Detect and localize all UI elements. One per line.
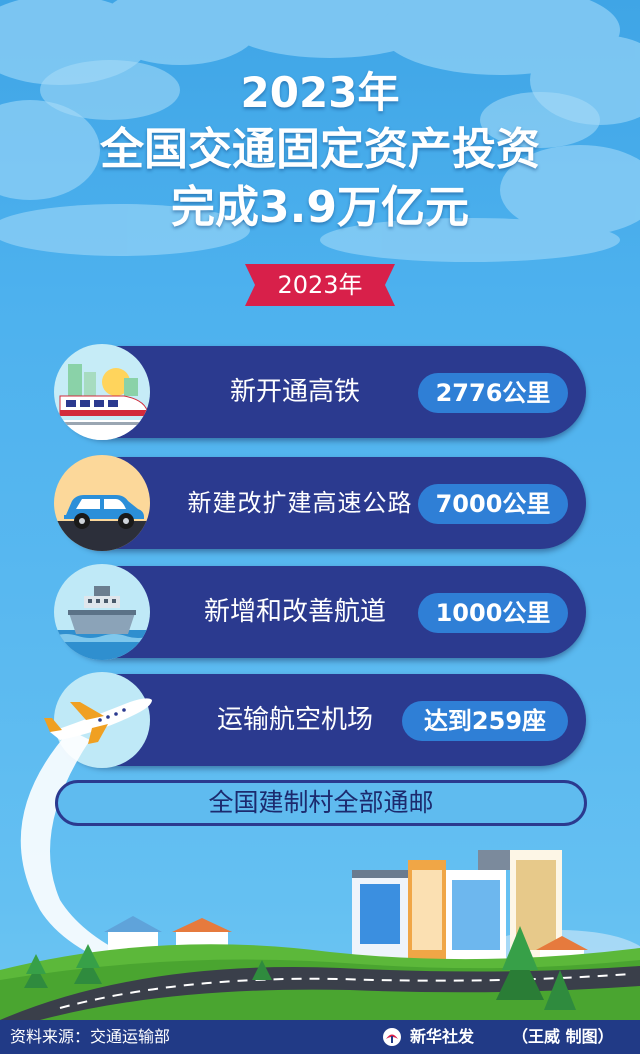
card-label: 新开通高铁 bbox=[229, 377, 360, 407]
title-year: 2023年 bbox=[240, 68, 400, 117]
high-speed-train-icon bbox=[54, 344, 150, 440]
stat-card-highway: 新建改扩建高速公路 7000公里 bbox=[54, 455, 586, 551]
infographic: 2023年 全国交通固定资产投资 完成3.9万亿元 2023年 新开通高铁 27… bbox=[0, 0, 640, 1054]
footer-bar: 资料来源：交通运输部 新华社发 （王威 制图） bbox=[0, 1020, 640, 1054]
stat-card-waterway: 新增和改善航道 1000公里 bbox=[54, 564, 586, 660]
title-main: 全国交通固定资产投资 bbox=[100, 124, 540, 175]
airplane-icon bbox=[44, 698, 152, 744]
source-note: 资料来源：交通运输部 bbox=[10, 1027, 171, 1046]
card-value: 达到259座 bbox=[402, 701, 568, 741]
year-ribbon: 2023年 bbox=[245, 264, 395, 306]
postal-note: 全国建制村全部通邮 bbox=[55, 780, 587, 826]
xinhua-logo-icon bbox=[383, 1028, 401, 1046]
card-label: 新增和改善航道 bbox=[203, 597, 386, 627]
ship-icon bbox=[54, 564, 150, 660]
card-label: 新建改扩建高速公路 bbox=[187, 489, 413, 517]
city-landscape bbox=[0, 850, 640, 1020]
car-icon bbox=[54, 455, 150, 551]
graphic-credit: （王威 制图） bbox=[512, 1027, 614, 1046]
card-value: 1000公里 bbox=[418, 593, 568, 633]
agency-name: 新华社发 bbox=[410, 1027, 475, 1046]
title-total: 完成3.9万亿元 bbox=[171, 182, 469, 233]
year-ribbon-label: 2023年 bbox=[277, 271, 363, 299]
card-value: 2776公里 bbox=[418, 373, 568, 413]
card-value: 7000公里 bbox=[418, 484, 568, 524]
stat-card-rail: 新开通高铁 2776公里 bbox=[54, 344, 586, 440]
